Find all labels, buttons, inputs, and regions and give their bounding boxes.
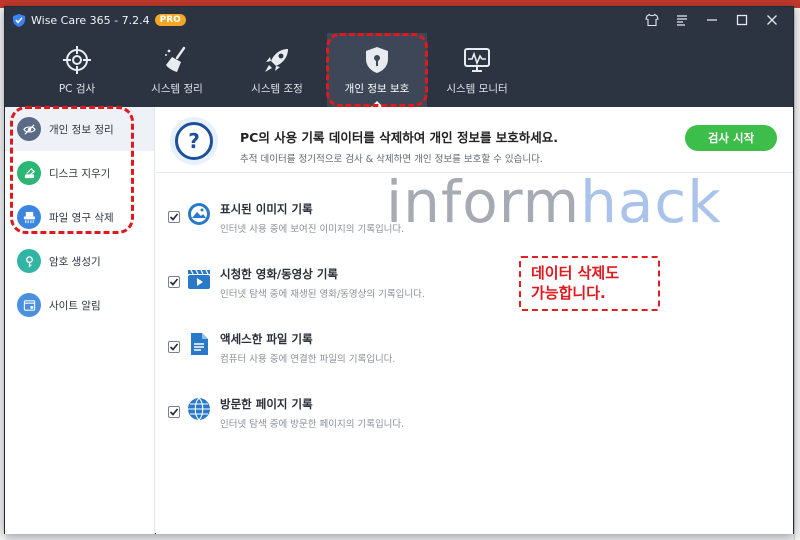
skin-button[interactable]: [637, 7, 667, 33]
sidebar-item-label: 파일 영구 삭제: [49, 211, 114, 224]
shirt-skin-icon: [645, 13, 659, 27]
window-controls: [637, 7, 787, 33]
tab-privacy-protect[interactable]: 개인 정보 보호: [327, 33, 427, 107]
item-description: 인터넷 탐색 중에 방문한 페이지의 기록입니다.: [220, 419, 405, 430]
item-title: 표시된 이미지 기록: [220, 202, 313, 216]
sidebar-item-label: 개인 정보 정리: [49, 123, 114, 136]
sidebar-item-password-generator[interactable]: 암호 생성기: [5, 239, 154, 283]
minimize-icon: [707, 19, 717, 21]
scan-start-button[interactable]: 검사 시작: [685, 125, 777, 151]
item-description: 컴퓨터 사용 중에 연결한 파일의 기록입니다.: [220, 354, 396, 365]
site-alert-icon: [17, 293, 41, 317]
pro-badge: PRO: [154, 14, 186, 26]
watermark-part2: hack: [580, 168, 722, 236]
sidebar-item-label: 암호 생성기: [49, 255, 101, 268]
checkmark-icon: [169, 213, 179, 221]
tab-pc-check[interactable]: PC 검사: [27, 33, 127, 107]
shield-lock-icon: [366, 46, 388, 73]
tab-system-tune[interactable]: 시스템 조정: [227, 33, 327, 107]
main-nav: PC 검사 시스템 정리 시스템 조정 개인 정보 보호 시스템 모니터: [5, 33, 793, 107]
minimize-button[interactable]: [697, 7, 727, 33]
checkmark-icon: [169, 343, 179, 351]
maximize-button[interactable]: [727, 7, 757, 33]
item-checkbox[interactable]: [168, 211, 180, 223]
item-title: 방문한 페이지 기록: [220, 397, 313, 411]
tab-label: 시스템 모니터: [446, 82, 508, 95]
item-checkbox[interactable]: [168, 341, 180, 353]
sidebar: 개인 정보 정리 디스크 지우기 파일 영구 삭제 암호 생성기 사이트 알림: [5, 107, 155, 534]
page-subtitle: 추적 데이터를 정기적으로 검사 & 삭제하면 개인 정보를 보호할 수 있습니…: [240, 154, 543, 165]
checkmark-icon: [169, 278, 179, 286]
sidebar-item-site-alert[interactable]: 사이트 알림: [5, 283, 154, 327]
app-title: Wise Care 365 - 7.2.4: [31, 13, 150, 27]
tab-system-monitor[interactable]: 시스템 모니터: [427, 33, 527, 107]
disk-eraser-icon: [17, 161, 41, 185]
key-icon: [17, 249, 41, 273]
item-checkbox[interactable]: [168, 276, 180, 288]
video-icon: [186, 266, 212, 292]
menu-icon: [677, 15, 687, 26]
title-bar[interactable]: Wise Care 365 - 7.2.4 PRO: [5, 7, 793, 33]
annotation-callout: 데이터 삭제도 가능합니다.: [519, 256, 660, 311]
rocket-icon: [265, 48, 288, 72]
callout-line1: 데이터 삭제도: [531, 264, 620, 282]
list-item: 방문한 페이지 기록 인터넷 탐색 중에 방문한 페이지의 기록입니다.: [156, 382, 793, 442]
tab-system-cleanup[interactable]: 시스템 정리: [127, 33, 227, 107]
sidebar-item-disk-eraser[interactable]: 디스크 지우기: [5, 151, 154, 195]
sidebar-item-file-shredder[interactable]: 파일 영구 삭제: [5, 195, 154, 239]
watermark-part1: inform: [386, 168, 581, 236]
monitor-icon: [464, 47, 490, 72]
background-window-right: [794, 8, 800, 540]
checkmark-icon: [169, 408, 179, 416]
crosshair-icon: [63, 45, 91, 74]
item-title: 액세스한 파일 기록: [220, 332, 313, 346]
item-checkbox[interactable]: [168, 406, 180, 418]
tab-label: 시스템 정리: [151, 82, 203, 95]
wisecare-shield-icon: [13, 13, 25, 27]
maximize-icon: [736, 14, 748, 26]
file-icon: [186, 331, 212, 357]
item-description: 인터넷 사용 중에 보여진 이미지의 기록입니다.: [220, 224, 405, 235]
question-icon: ?: [170, 117, 218, 165]
tab-label: PC 검사: [58, 82, 96, 95]
tab-label: 시스템 조정: [251, 82, 303, 95]
sidebar-item-privacy-cleaner[interactable]: 개인 정보 정리: [5, 107, 154, 151]
page-title: PC의 사용 기록 데이터를 삭제하여 개인 정보를 보호하세요.: [240, 130, 559, 145]
header-panel: ? PC의 사용 기록 데이터를 삭제하여 개인 정보를 보호하세요. 추적 데…: [156, 107, 793, 173]
sidebar-item-label: 디스크 지우기: [49, 167, 111, 180]
app-window: Wise Care 365 - 7.2.4 PRO PC 검사 시스템 정리 시…: [4, 6, 794, 534]
image-icon: [186, 201, 212, 227]
eye-slash-icon: [17, 117, 41, 141]
item-title: 시청한 영화/동영상 기록: [220, 267, 339, 281]
list-item: 시청한 영화/동영상 기록 인터넷 탐색 중에 재생된 영화/동영상의 기록입니…: [156, 252, 793, 312]
shredder-icon: [17, 205, 41, 229]
item-description: 인터넷 탐색 중에 재생된 영화/동영상의 기록입니다.: [220, 289, 425, 300]
tab-label: 개인 정보 보호: [344, 82, 410, 95]
menu-button[interactable]: [667, 7, 697, 33]
close-button[interactable]: [757, 7, 787, 33]
close-icon: [767, 15, 777, 25]
list-item: 액세스한 파일 기록 컴퓨터 사용 중에 연결한 파일의 기록입니다.: [156, 317, 793, 377]
callout-line2: 가능합니다.: [531, 284, 606, 302]
globe-icon: [186, 396, 212, 422]
watermark: informhack: [386, 168, 722, 236]
broom-icon: [165, 46, 186, 72]
sidebar-item-label: 사이트 알림: [49, 299, 101, 312]
